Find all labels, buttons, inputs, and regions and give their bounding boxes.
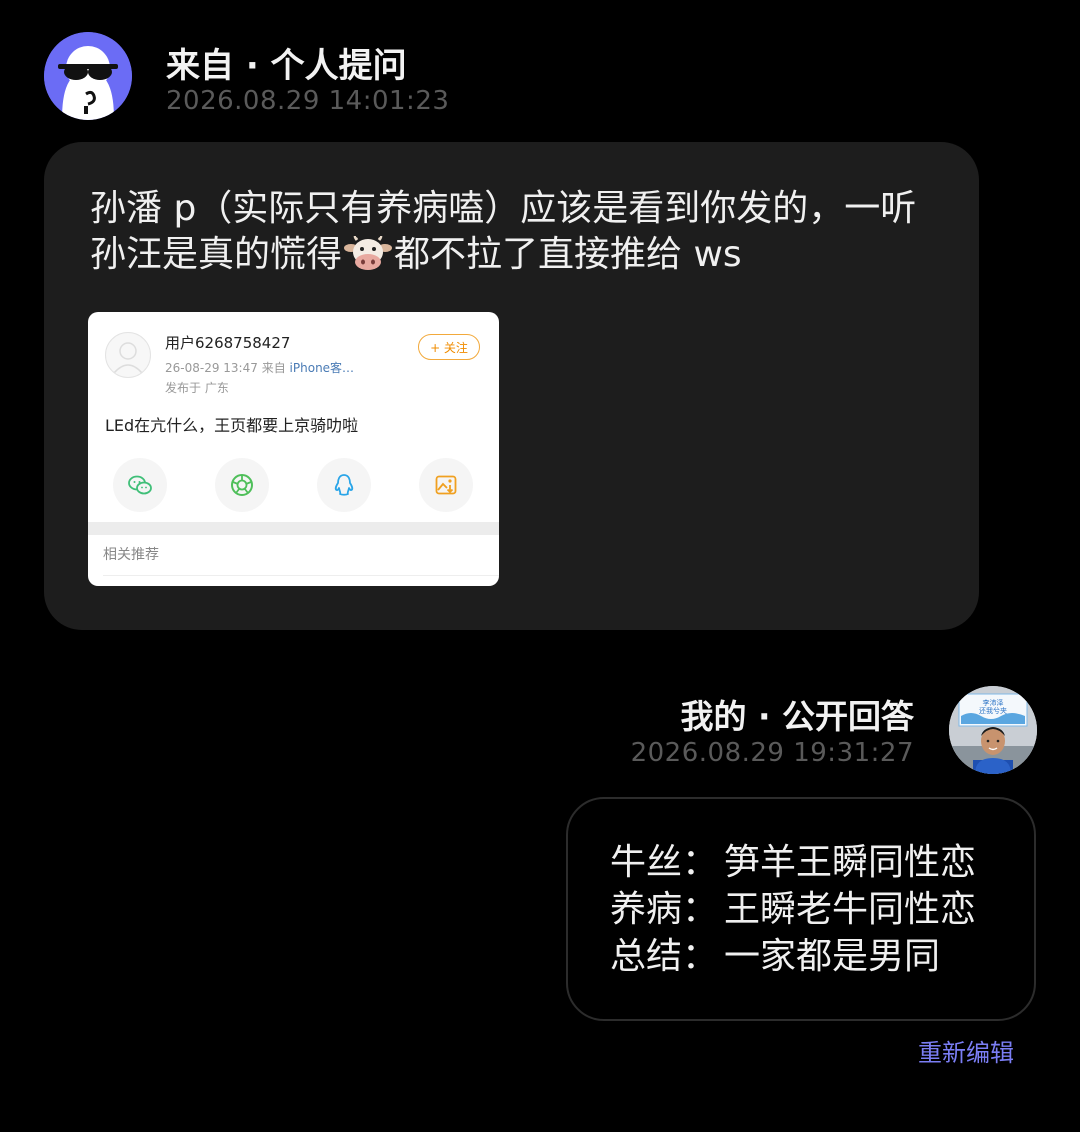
answerer-avatar[interactable]: 李沛泽 还我兮夹: [949, 686, 1037, 774]
save-image-button[interactable]: [419, 458, 473, 512]
answer-title: 我的 · 公开回答: [680, 697, 914, 736]
share-row: [88, 458, 499, 512]
answer-line-value: 笋羊王瞬同性恋: [724, 842, 977, 883]
card-source-link[interactable]: iPhone客…: [290, 361, 355, 375]
answer-timestamp: 2026.08.29 19:31:27: [630, 738, 914, 768]
answer-lines: 牛丝： 笋羊王瞬同性恋 养病： 王瞬老牛同性恋 总结： 一家都是男同: [610, 839, 976, 980]
share-wechat-button[interactable]: [113, 458, 167, 512]
card-post-time: 26-08-29 13:47: [165, 361, 258, 375]
asker-avatar[interactable]: [44, 32, 132, 120]
question-timestamp: 2026.08.29 14:01:23: [166, 86, 450, 116]
re-edit-button[interactable]: 重新编辑: [918, 1033, 1014, 1068]
question-text-part-2: 都不拉了直接推给 ws: [394, 234, 742, 275]
share-qq-button[interactable]: [317, 458, 371, 512]
answer-line-label: 总结：: [610, 936, 719, 977]
person-holding-sign-avatar-icon: 李沛泽 还我兮夹: [949, 686, 1037, 774]
svg-text:还我兮夹: 还我兮夹: [979, 706, 1007, 715]
card-section-divider: [88, 522, 499, 535]
qq-icon: [334, 474, 354, 496]
card-username[interactable]: 用户6268758427: [165, 332, 290, 353]
question-text: 孙潘 p（实际只有养病嗑）应该是看到你发的，一听孙汪是真的慌得 都不拉了直接推给…: [90, 186, 950, 278]
save-image-icon: [435, 475, 457, 495]
embedded-post-card[interactable]: 用户6268758427 26-08-29 13:47 来自 iPhone客… …: [88, 312, 499, 586]
answer-line-value: 王瞬老牛同性恋: [724, 889, 977, 930]
question-bubble: 孙潘 p（实际只有养病嗑）应该是看到你发的，一听孙汪是真的慌得 都不拉了直接推给…: [44, 142, 979, 630]
default-user-icon: [113, 342, 143, 374]
answer-line: 总结： 一家都是男同: [610, 933, 976, 980]
answer-line: 牛丝： 笋羊王瞬同性恋: [610, 839, 976, 886]
share-moments-button[interactable]: [215, 458, 269, 512]
wechat-icon: [128, 475, 152, 495]
answer-bubble: 牛丝： 笋羊王瞬同性恋 养病： 王瞬老牛同性恋 总结： 一家都是男同: [566, 797, 1036, 1021]
card-from-label: 来自: [261, 361, 286, 375]
answer-line: 养病： 王瞬老牛同性恋: [610, 886, 976, 933]
answer-line-value: 一家都是男同: [724, 936, 941, 977]
related-recommendations-label[interactable]: 相关推荐: [103, 544, 159, 564]
card-post-body: LEd在亢什么，王页都要上京骑叻啦: [105, 416, 359, 435]
card-bottom-line: [103, 575, 499, 576]
follow-button[interactable]: + 关注: [418, 334, 480, 360]
question-source-title: 来自 · 个人提问: [166, 46, 407, 86]
sunglasses-cartoon-icon: [44, 32, 132, 120]
card-meta: 26-08-29 13:47 来自 iPhone客…: [165, 359, 354, 376]
moments-icon: [231, 474, 253, 496]
cow-face-icon: [344, 236, 393, 270]
answer-line-label: 牛丝：: [610, 842, 719, 883]
answer-line-label: 养病：: [610, 889, 719, 930]
card-user-avatar[interactable]: [105, 332, 151, 378]
svg-text:李沛泽: 李沛泽: [983, 698, 1004, 707]
card-location: 发布于 广东: [165, 381, 229, 395]
